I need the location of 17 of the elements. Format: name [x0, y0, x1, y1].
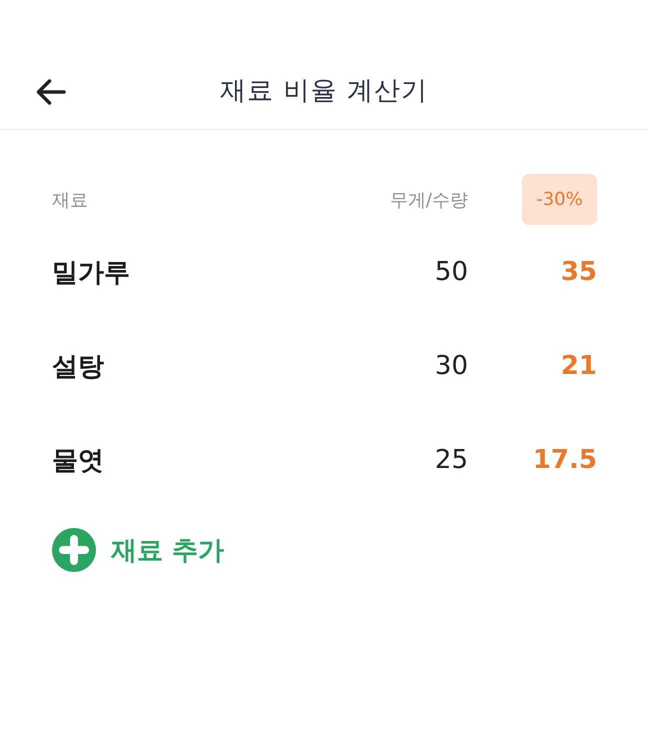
ingredient-name: 밀가루 — [52, 256, 130, 290]
amount-value: 25 — [434, 445, 468, 475]
amount-value: 30 — [434, 351, 468, 381]
column-header: 무게/수량 — [390, 188, 468, 212]
ingredient-name: 물엿 — [52, 444, 104, 478]
result-value: 21 — [560, 351, 597, 381]
result-value: 17.5 — [532, 445, 597, 475]
result-value: 35 — [560, 257, 597, 287]
back-button[interactable] — [36, 79, 66, 105]
back-arrow-icon — [36, 79, 66, 105]
page-title: 재료 비율 계산기 — [220, 75, 428, 108]
ratio-badge[interactable]: -30% — [522, 174, 597, 225]
amount-value: 50 — [434, 257, 468, 287]
add-ingredient-button[interactable]: 재료 추가 — [52, 528, 224, 572]
column-header: 재료 — [52, 188, 88, 212]
ingredient-name: 설탕 — [52, 350, 104, 384]
plus-circle-icon — [52, 528, 96, 572]
